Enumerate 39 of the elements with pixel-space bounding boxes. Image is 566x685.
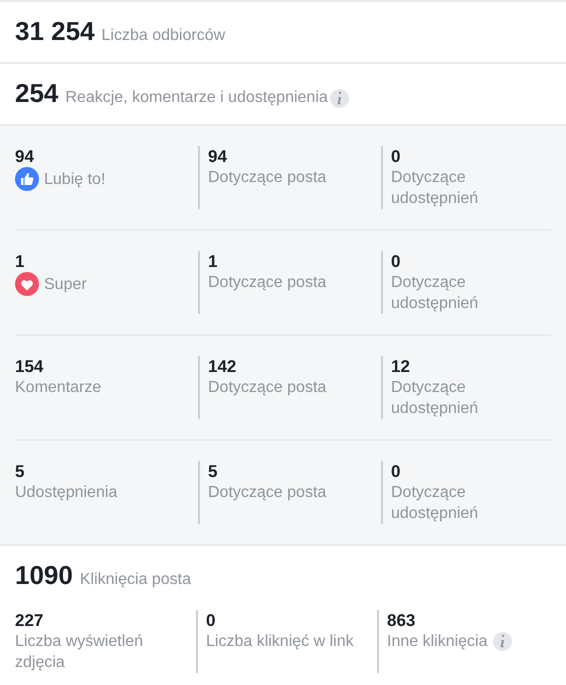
stat-label: Dotyczące udostępnień bbox=[391, 273, 480, 314]
stat-label: Lubię to! bbox=[44, 170, 106, 190]
stat-value: 5 bbox=[15, 461, 24, 482]
stat-value: 0 bbox=[391, 251, 400, 272]
stat-value: 142 bbox=[208, 356, 236, 377]
stat-label: Udostępnienia bbox=[15, 483, 118, 503]
info-icon[interactable] bbox=[492, 632, 512, 651]
metric-value: 1090 bbox=[15, 560, 73, 591]
metric-label: Kliknięcia posta bbox=[80, 571, 192, 589]
stat-label: Dotyczące udostępnień bbox=[391, 378, 480, 419]
stat-value: 12 bbox=[391, 356, 410, 377]
info-icon[interactable] bbox=[330, 88, 349, 108]
stat-value: 863 bbox=[387, 610, 416, 631]
stat-label: Liczba wyświetleń zdjęcia bbox=[15, 632, 144, 673]
stat-label: Dotyczące udostępnień bbox=[391, 168, 480, 209]
stat-value: 0 bbox=[206, 610, 216, 631]
metric-value: 254 bbox=[15, 78, 58, 109]
stat-label: Super bbox=[44, 274, 87, 294]
metric-label: Reakcje, komentarze i udostępnienia bbox=[65, 89, 328, 107]
stat-value: 0 bbox=[391, 146, 400, 167]
stat-label: Komentarze bbox=[15, 378, 102, 398]
stat-value: 154 bbox=[15, 356, 44, 377]
stat-value: 1 bbox=[208, 251, 218, 272]
thumbs-up-icon bbox=[15, 167, 39, 191]
stat-value: 94 bbox=[208, 146, 227, 167]
stat-value: 227 bbox=[15, 610, 44, 631]
stat-value: 1 bbox=[15, 251, 24, 272]
stat-label: Dotyczące posta bbox=[208, 378, 326, 398]
stat-label: Inne kliknięcia bbox=[387, 632, 488, 652]
stat-value: 0 bbox=[391, 461, 400, 482]
metric-label: Liczba odbiorców bbox=[102, 27, 226, 45]
stat-label: Dotyczące posta bbox=[208, 273, 326, 293]
stat-label: Dotyczące posta bbox=[208, 483, 326, 503]
metric-value: 31 254 bbox=[15, 16, 95, 47]
stat-label: Dotyczące posta bbox=[208, 168, 326, 188]
stat-label: Liczba kliknięć w link bbox=[206, 632, 354, 652]
stat-label: Dotyczące udostępnień bbox=[391, 483, 480, 524]
stat-value: 5 bbox=[208, 461, 218, 482]
stat-value: 94 bbox=[15, 146, 34, 167]
